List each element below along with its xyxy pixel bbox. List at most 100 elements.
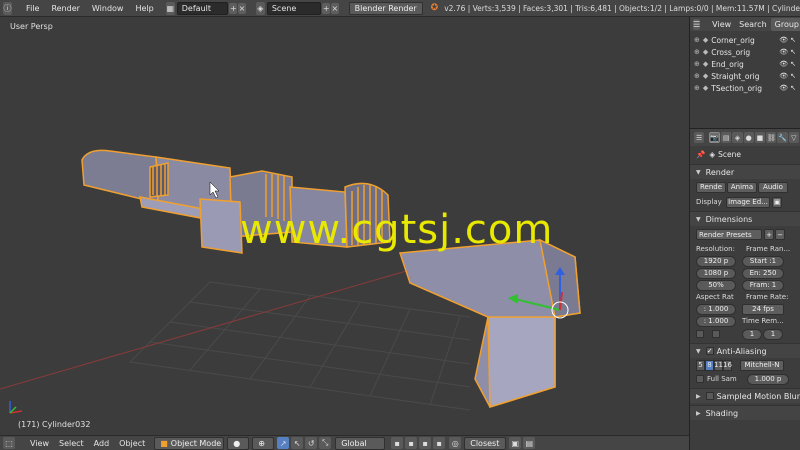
proportional-edit-icon[interactable]: ◎ <box>449 437 462 449</box>
menu-render[interactable]: Render <box>45 2 85 15</box>
pipe-straight-1[interactable] <box>81 149 159 204</box>
render-engine-dropdown[interactable]: Blender Render <box>348 1 423 15</box>
scale-icon[interactable]: ⤡ <box>319 437 332 449</box>
3d-viewport[interactable]: User Persp (171) Cylinder032 www.cgtsj.c… <box>0 17 689 435</box>
filter-size-field[interactable]: 1.000 p <box>747 373 789 385</box>
opengl-render-icon[interactable]: ▤ <box>523 437 536 449</box>
outliner-item[interactable]: ⊕ ◆ Straight_orig 👁↖ <box>690 70 800 82</box>
layout-browse-icon[interactable]: ▦ <box>165 1 175 15</box>
preset-add-icon[interactable]: + <box>764 229 774 240</box>
remap-old-field[interactable]: 1 <box>742 328 762 340</box>
layout-close-icon[interactable]: × <box>238 2 246 14</box>
shading-panel-header[interactable]: ▶ Shading <box>690 405 800 420</box>
resolution-x-field[interactable]: 1920 p <box>696 255 736 267</box>
visibility-icons[interactable]: 👁↖ <box>779 72 800 80</box>
world-tab-icon[interactable]: ● <box>743 132 754 143</box>
menu-view[interactable]: View <box>25 437 54 450</box>
visibility-icons[interactable]: 👁↖ <box>779 60 800 68</box>
lock-icon[interactable]: ▣ <box>772 196 782 208</box>
snap-target-dropdown[interactable]: Closest <box>464 436 507 450</box>
scene-browse-icon[interactable]: ◈ <box>255 1 265 15</box>
render-animation-button[interactable]: Anima <box>727 181 757 193</box>
editor-type-icon[interactable]: ⓘ <box>3 1 13 15</box>
display-dropdown[interactable]: Image Ed... <box>726 196 770 208</box>
pipe-end-1[interactable] <box>149 162 169 198</box>
orientation-dropdown[interactable]: Global <box>335 436 386 450</box>
render-audio-button[interactable]: Audio <box>758 181 788 193</box>
menu-add[interactable]: Add <box>89 437 115 450</box>
aa-sample-16[interactable]: 16 <box>723 359 732 371</box>
anti-aliasing-panel-header[interactable]: ▼ Anti-Aliasing <box>690 343 800 358</box>
outliner-view-tab[interactable]: View <box>708 18 735 31</box>
render-image-button[interactable]: Rende <box>696 181 726 193</box>
crop-checkbox[interactable] <box>712 330 720 338</box>
expand-icon[interactable]: ⊕ <box>694 84 700 92</box>
scene-add-icon[interactable]: + <box>322 2 330 14</box>
expand-icon[interactable]: ⊕ <box>694 48 700 56</box>
constraints-tab-icon[interactable]: ⛓ <box>766 132 777 143</box>
render-presets-dropdown[interactable]: Render Presets <box>696 229 762 240</box>
rotate-icon[interactable]: ↺ <box>305 437 318 449</box>
shading-dropdown[interactable]: ● <box>227 436 250 450</box>
visibility-icons[interactable]: 👁↖ <box>779 84 800 92</box>
translate-icon[interactable]: ↖ <box>291 437 304 449</box>
menu-help[interactable]: Help <box>129 2 159 15</box>
frame-step-field[interactable]: Fram: 1 <box>742 279 784 291</box>
remap-new-field[interactable]: 1 <box>763 328 783 340</box>
menu-select[interactable]: Select <box>54 437 89 450</box>
outliner-item[interactable]: ⊕ ◆ Corner_orig 👁↖ <box>690 34 800 46</box>
border-checkbox[interactable] <box>696 330 704 338</box>
visibility-icons[interactable]: 👁↖ <box>779 48 800 56</box>
pipe-assembly[interactable] <box>81 149 581 409</box>
outliner-type-icon[interactable]: ☰ <box>693 18 701 30</box>
expand-icon[interactable]: ⊕ <box>694 60 700 68</box>
scene-close-icon[interactable]: × <box>331 2 339 14</box>
manipulator-toggle-icon[interactable]: ↗ <box>277 437 290 449</box>
properties-type-icon[interactable]: ☰ <box>694 132 705 143</box>
pin-icon[interactable]: 📌 <box>696 150 705 159</box>
outliner-group-tab[interactable]: Group <box>770 17 800 31</box>
menu-file[interactable]: File <box>20 2 45 15</box>
motion-blur-panel-header[interactable]: ▶ Sampled Motion Blur <box>690 388 800 403</box>
resolution-y-field[interactable]: 1080 p <box>696 267 736 279</box>
layer-2-icon[interactable]: ▪ <box>405 437 418 449</box>
layer-3-icon[interactable]: ▪ <box>419 437 432 449</box>
aa-sample-5[interactable]: 5 <box>696 359 705 371</box>
data-tab-icon[interactable]: ▽ <box>788 132 799 143</box>
aspect-y-field[interactable]: : 1.000 <box>696 315 736 327</box>
pivot-dropdown[interactable]: ⊕ <box>252 436 275 450</box>
layout-field[interactable]: Default <box>176 1 229 15</box>
scene-tab-icon[interactable]: ◈ <box>732 132 743 143</box>
modifiers-tab-icon[interactable]: 🔧 <box>777 132 788 143</box>
dimensions-panel-header[interactable]: ▼ Dimensions <box>690 211 800 226</box>
preset-remove-icon[interactable]: − <box>775 229 785 240</box>
render-tab-icon[interactable]: 📷 <box>709 132 720 143</box>
render-preview-icon[interactable]: ▣ <box>509 437 522 449</box>
outliner-item[interactable]: ⊕ ◆ TSection_orig 👁↖ <box>690 82 800 94</box>
frame-start-field[interactable]: Start :1 <box>742 255 784 267</box>
frame-end-field[interactable]: En: 250 <box>742 267 784 279</box>
layout-add-icon[interactable]: + <box>229 2 238 14</box>
visibility-icons[interactable]: 👁↖ <box>779 36 800 44</box>
motion-blur-checkbox[interactable] <box>705 392 714 400</box>
menu-window[interactable]: Window <box>86 2 130 15</box>
outliner-item[interactable]: ⊕ ◆ Cross_orig 👁↖ <box>690 46 800 58</box>
expand-icon[interactable]: ⊕ <box>694 36 700 44</box>
expand-icon[interactable]: ⊕ <box>694 72 700 80</box>
fps-dropdown[interactable]: 24 fps <box>742 303 784 315</box>
aspect-x-field[interactable]: : 1.000 <box>696 303 736 315</box>
editor-type-3d-icon[interactable]: ⬚ <box>3 437 15 449</box>
layer-4-icon[interactable]: ▪ <box>433 437 446 449</box>
menu-object[interactable]: Object <box>114 437 150 450</box>
aa-sample-11[interactable]: 11 <box>714 359 723 371</box>
outliner-search-tab[interactable]: Search <box>735 18 770 31</box>
layers-tab-icon[interactable]: ▤ <box>721 132 732 143</box>
object-tab-icon[interactable]: ■ <box>754 132 766 143</box>
full-sample-checkbox[interactable] <box>696 375 704 383</box>
aa-filter-dropdown[interactable]: Mitchell-N <box>740 359 784 371</box>
aa-sample-8[interactable]: 8 <box>705 359 714 371</box>
scene-field[interactable]: Scene <box>266 1 322 15</box>
layer-1-icon[interactable]: ▪ <box>391 437 404 449</box>
resolution-percentage-field[interactable]: 50% <box>696 279 736 291</box>
anti-aliasing-checkbox[interactable] <box>705 347 714 355</box>
